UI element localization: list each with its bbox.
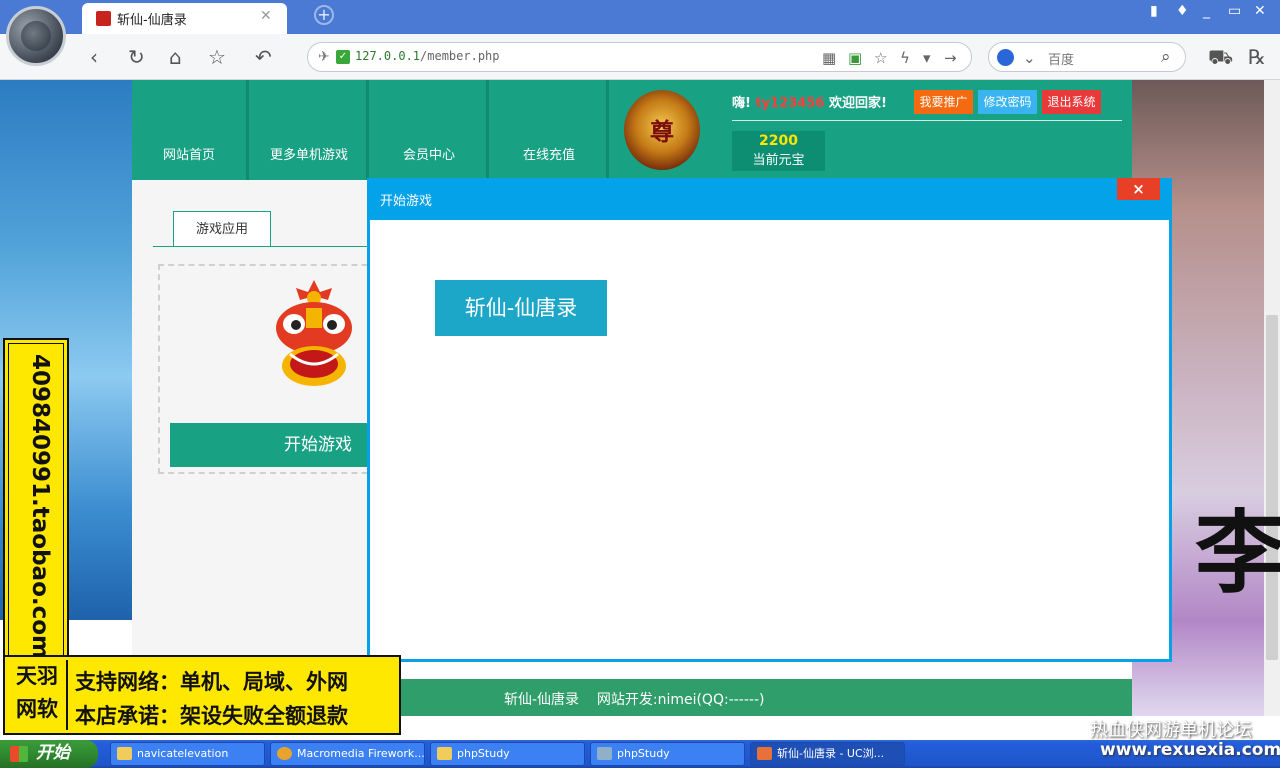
taskbar-item[interactable]: phpStudy xyxy=(430,742,585,766)
baidu-icon[interactable] xyxy=(997,49,1014,66)
browser-tab[interactable]: 斩仙-仙唐录 ✕ xyxy=(82,3,287,34)
search-icon[interactable]: ⌕ xyxy=(1161,47,1171,67)
ad-logo: 天羽 网软 xyxy=(8,660,68,730)
minimize-icon[interactable]: _ xyxy=(1203,3,1210,19)
browser-logo-icon[interactable] xyxy=(6,6,66,66)
lion-mascot-icon xyxy=(276,280,352,386)
cart-icon[interactable]: ⛟ xyxy=(1208,45,1233,72)
search-box[interactable]: ⌄ 百度 ⌕ xyxy=(988,42,1186,72)
welcome-text: 嗨! ty123456 欢迎回家! xyxy=(732,96,887,111)
dropdown-icon[interactable]: ▾ xyxy=(923,49,931,67)
browser-toolbar: ‹ ↻ ⌂ ☆ ↶ ✈ ✓ 127.0.0.1/member.php ▦ ▣ ☆… xyxy=(0,34,1280,80)
lightning-icon[interactable]: ϟ xyxy=(900,49,910,67)
watermark-url: www.rexuexia.com xyxy=(1100,740,1280,760)
site-header: 网站首页 更多单机游戏 会员中心 在线充值 尊 嗨! ty123456 欢迎回家… xyxy=(132,80,1132,180)
search-engine-dropdown-icon[interactable]: ⌄ xyxy=(1023,49,1036,67)
footer-text: 斩仙-仙唐录 网站开发:nimei(QQ:------) xyxy=(504,692,765,708)
vip-medal-icon: 尊 xyxy=(624,90,700,170)
phpstudy-icon xyxy=(597,747,612,760)
undo-close-icon[interactable]: ↶ xyxy=(255,45,272,69)
address-bar[interactable]: ✈ ✓ 127.0.0.1/member.php ▦ ▣ ☆ ϟ ▾ → xyxy=(307,42,972,72)
reload-icon[interactable]: ↻ xyxy=(128,45,145,69)
change-password-button[interactable]: 修改密码 xyxy=(978,90,1037,114)
coin-value: 2200 xyxy=(759,133,798,149)
coin-label: 当前元宝 xyxy=(752,153,805,168)
speed-icon: ✈ xyxy=(318,49,330,65)
username: ty123456 xyxy=(755,96,825,111)
account-icon[interactable]: ℞ xyxy=(1248,45,1266,69)
new-tab-icon[interactable]: + xyxy=(314,5,334,25)
folder-icon xyxy=(437,747,452,760)
dialog-title: 开始游戏 xyxy=(380,194,433,209)
start-game-dialog: 开始游戏 × 斩仙-仙唐录 xyxy=(367,178,1172,662)
start-game-button[interactable]: 开始游戏 xyxy=(170,423,380,467)
ad-url-text: 409840991.taobao.com xyxy=(27,354,53,656)
game-server-button[interactable]: 斩仙-仙唐录 xyxy=(435,280,607,336)
window-close-icon[interactable]: ✕ xyxy=(1254,3,1266,19)
taskbar-item[interactable]: Macromedia Firework... xyxy=(270,742,425,766)
ad-line-1: 支持网络：单机、局域、外网 xyxy=(75,670,348,694)
header-divider xyxy=(732,120,1122,121)
background-calligraphy: 李 xyxy=(1195,501,1280,606)
bookmark-star-icon[interactable]: ☆ xyxy=(208,45,226,69)
search-placeholder: 百度 xyxy=(1048,53,1075,68)
dialog-close-button[interactable]: × xyxy=(1117,178,1160,200)
uc-browser-icon xyxy=(757,747,772,760)
home-icon[interactable]: ⌂ xyxy=(169,45,182,69)
secure-check-icon: ✓ xyxy=(336,50,350,64)
taskbar-item[interactable]: phpStudy xyxy=(590,742,745,766)
tab-title: 斩仙-仙唐录 xyxy=(117,13,187,28)
ad-vertical-banner: 409840991.taobao.com xyxy=(3,338,69,661)
site-favicon-icon xyxy=(96,11,111,26)
ad-line-2: 本店承诺：架设失败全额退款 xyxy=(75,704,348,728)
maximize-icon[interactable]: ▭ xyxy=(1228,3,1241,19)
tab-close-icon[interactable]: ✕ xyxy=(260,8,272,24)
nav-more-games[interactable]: 更多单机游戏 xyxy=(252,80,369,180)
tab-underline xyxy=(153,246,383,247)
lock-icon[interactable]: ▣ xyxy=(848,49,862,67)
promote-button[interactable]: 我要推广 xyxy=(914,90,973,114)
favorite-icon[interactable]: ☆ xyxy=(874,49,887,67)
windows-flag-icon xyxy=(10,746,28,762)
nav-home[interactable]: 网站首页 xyxy=(132,80,249,180)
fireworks-icon xyxy=(277,747,292,760)
skin-icon[interactable]: ♦ xyxy=(1176,3,1189,19)
ad-horizontal-banner: 天羽 网软 支持网络：单机、局域、外网 本店承诺：架设失败全额退款 xyxy=(3,655,401,735)
nav-member-center[interactable]: 会员中心 xyxy=(372,80,489,180)
logout-button[interactable]: 退出系统 xyxy=(1042,90,1101,114)
go-arrow-icon[interactable]: → xyxy=(944,49,957,67)
windows-taskbar: 开始 navicatelevation Macromedia Firework.… xyxy=(0,740,1280,768)
dialog-body: 斩仙-仙唐录 xyxy=(370,220,1169,659)
start-button[interactable]: 开始 xyxy=(0,740,98,768)
qr-code-icon[interactable]: ▦ xyxy=(822,49,836,67)
url-text[interactable]: 127.0.0.1/member.php xyxy=(355,49,500,63)
tab-game-apps[interactable]: 游戏应用 xyxy=(173,211,271,247)
folder-icon xyxy=(117,747,132,760)
game-card: 开始游戏 xyxy=(158,264,388,474)
back-icon[interactable]: ‹ xyxy=(90,45,98,69)
watermark-title: 热血侠网游单机论坛 xyxy=(1090,720,1252,741)
taskbar-item[interactable]: navicatelevation xyxy=(110,742,265,766)
nav-recharge[interactable]: 在线充值 xyxy=(492,80,609,180)
browser-tab-bar: 斩仙-仙唐录 ✕ + ▮ ♦ _ ▭ ✕ xyxy=(0,0,1280,34)
pin-icon[interactable]: ▮ xyxy=(1150,3,1158,19)
coin-balance: 2200 当前元宝 xyxy=(732,131,825,171)
taskbar-item-active[interactable]: 斩仙-仙唐录 - UC浏... xyxy=(750,742,905,766)
